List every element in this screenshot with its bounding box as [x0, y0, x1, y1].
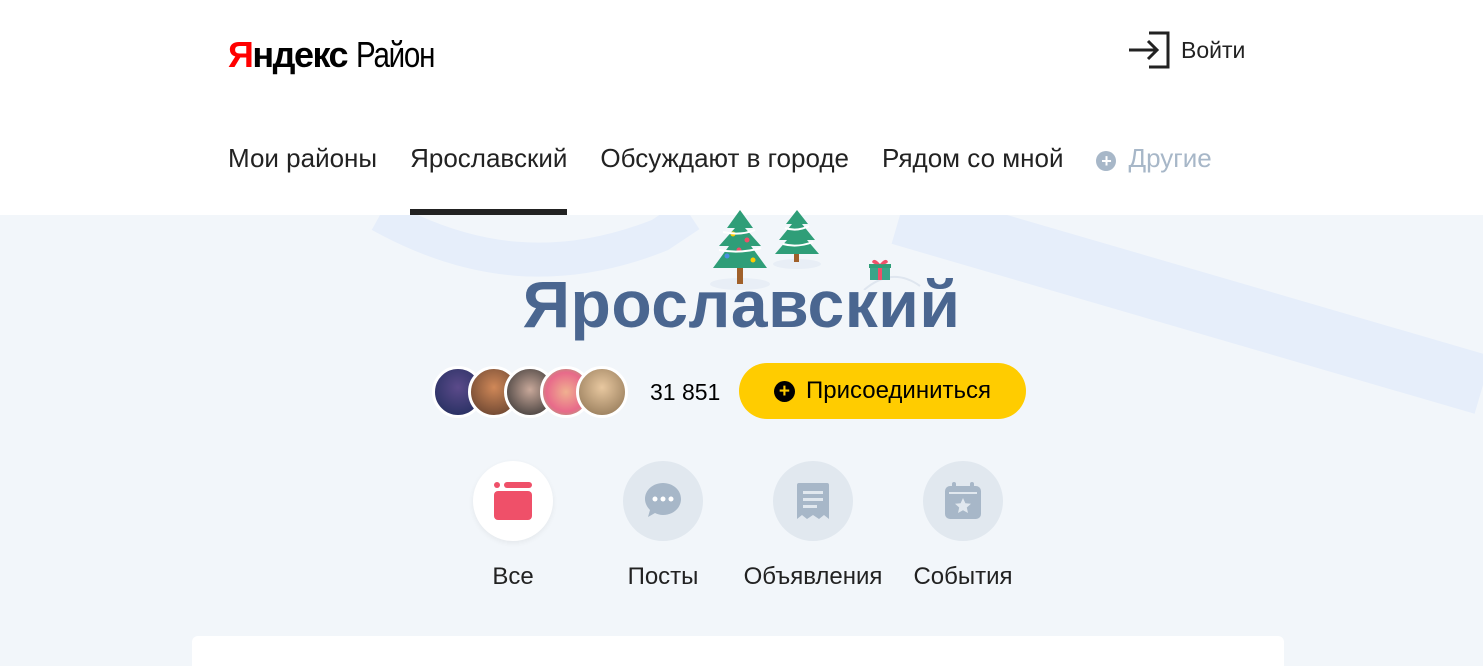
- nav-item-yaroslavsky[interactable]: Ярославский: [410, 140, 568, 215]
- logo-ya: Я: [228, 34, 254, 75]
- join-label: Присоединиться: [805, 377, 991, 404]
- login-button[interactable]: Войти: [1127, 30, 1245, 70]
- category-events-label: События: [913, 563, 1013, 590]
- category-posts-label: Посты: [627, 563, 699, 590]
- category-events[interactable]: События: [888, 461, 1038, 591]
- logo-product: Район: [356, 34, 435, 75]
- category-ads-circle: [773, 461, 853, 541]
- avatar: [576, 366, 628, 418]
- feed-card: [192, 636, 1284, 666]
- category-all-label: Все: [492, 563, 534, 590]
- nav-item-city-discussions[interactable]: Обсуждают в городе: [600, 140, 849, 215]
- category-posts[interactable]: Посты: [588, 461, 738, 591]
- nav-item-other-label: Другие: [1128, 143, 1212, 173]
- plus-icon: +: [1096, 151, 1117, 171]
- join-button[interactable]: + Присоединиться: [739, 363, 1026, 419]
- site-header: Яндекс Район Войти Мои районы Ярославский…: [0, 0, 1483, 215]
- member-avatars[interactable]: 31 851: [432, 366, 720, 418]
- main-nav: Мои районы Ярославский Обсуждают в город…: [228, 140, 1245, 215]
- login-icon: [1129, 31, 1170, 69]
- category-posts-circle: [623, 461, 703, 541]
- login-label: Войти: [1181, 36, 1246, 63]
- receipt-icon: [797, 483, 829, 519]
- category-all[interactable]: Все: [438, 461, 588, 591]
- chat-bubble-icon: [645, 483, 681, 517]
- category-events-circle: [923, 461, 1003, 541]
- plus-icon: +: [773, 380, 795, 402]
- district-title: Ярославский: [522, 267, 961, 341]
- category-ads-label: Объявления: [743, 563, 883, 590]
- nav-item-other[interactable]: + Другие: [1096, 140, 1212, 215]
- logo-ndex: ндекс: [252, 34, 348, 75]
- feed-icon: [494, 482, 532, 520]
- yandex-rayon-logo[interactable]: Яндекс Район: [228, 34, 451, 75]
- nav-item-nearby[interactable]: Рядом со мной: [882, 140, 1063, 215]
- category-ads[interactable]: Объявления: [738, 461, 888, 591]
- member-count: 31 851: [650, 378, 721, 405]
- nav-item-my-districts[interactable]: Мои районы: [228, 140, 377, 215]
- category-all-circle: [473, 461, 553, 541]
- calendar-star-icon: [945, 482, 981, 519]
